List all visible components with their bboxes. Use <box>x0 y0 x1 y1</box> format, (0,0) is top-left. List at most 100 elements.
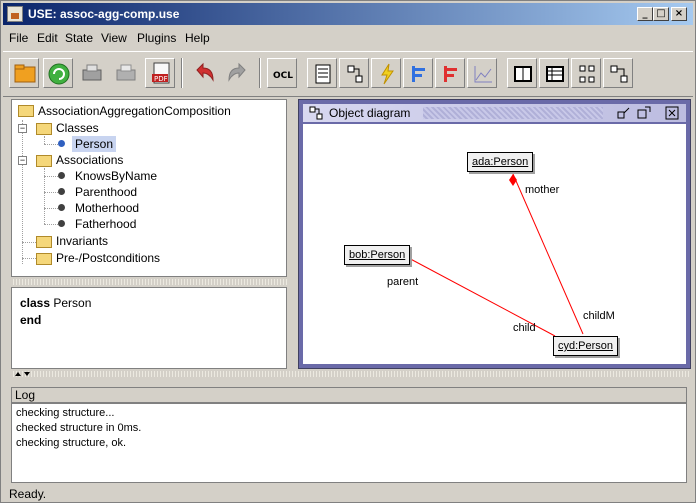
model-tree[interactable]: AssociationAggregationComposition − Clas… <box>11 99 287 277</box>
print-button[interactable] <box>77 58 107 88</box>
folder-closed-icon <box>36 253 52 265</box>
class-extent-icon <box>514 66 532 82</box>
line-chart-button[interactable] <box>467 58 497 88</box>
role-parent: parent <box>387 276 419 288</box>
class-diagram-button[interactable] <box>603 58 633 88</box>
open-button[interactable] <box>9 58 39 88</box>
object-ada[interactable]: ada:Person <box>467 152 534 172</box>
tree-class-person[interactable]: Person <box>72 136 117 152</box>
tree-guide-line <box>44 208 58 209</box>
left-splitter[interactable] <box>11 279 287 285</box>
object-diagram-icon <box>347 65 363 83</box>
class-invariant-view-button[interactable] <box>307 58 337 88</box>
undo-button[interactable] <box>189 58 219 88</box>
print-view-button[interactable] <box>111 58 141 88</box>
folder-open-icon <box>36 123 52 135</box>
tree-classes[interactable]: Classes <box>56 120 99 136</box>
association-node-icon <box>58 172 65 179</box>
object-bob[interactable]: bob:Person <box>344 245 411 265</box>
sequence-diagram-button[interactable] <box>403 58 433 88</box>
object-diagram-titlebar[interactable]: Object diagram <box>303 104 686 122</box>
ocl-text: OCL <box>273 71 293 81</box>
maximize-button[interactable]: □ <box>653 7 669 21</box>
collapse-associations-toggle[interactable]: − <box>18 156 27 165</box>
tree-guide-line <box>22 258 36 259</box>
ocl-evaluator-icon: OCL <box>273 71 293 81</box>
menu-help[interactable]: Help <box>185 31 210 45</box>
tree-assoc-fatherhood[interactable]: Fatherhood <box>75 216 136 232</box>
object-diagram-canvas[interactable]: ada:Person bob:Person cyd:Person mother … <box>303 124 686 364</box>
tree-guide-line <box>44 176 58 177</box>
log-text[interactable]: checking structure... checked structure … <box>11 403 687 483</box>
status-bar: Ready. <box>9 487 47 501</box>
folder-open-icon <box>36 155 52 167</box>
tree-assoc-motherhood[interactable]: Motherhood <box>75 200 139 216</box>
class-icon <box>58 140 65 147</box>
minimize-internal-icon[interactable] <box>617 106 631 120</box>
keyword-end: end <box>20 313 42 327</box>
object-diagram-button[interactable] <box>339 58 369 88</box>
window-title: USE: assoc-agg-comp.use <box>28 7 180 21</box>
tree-assoc-knowsbyname[interactable]: KnowsByName <box>75 168 157 184</box>
sequence-diagram-icon <box>412 66 425 82</box>
redo-icon <box>228 62 246 82</box>
export-pdf-icon: PDF <box>152 62 170 84</box>
log-line: checking structure, ok. <box>16 437 127 449</box>
export-pdf-button[interactable]: PDF <box>145 58 175 88</box>
association-node-icon <box>58 188 65 195</box>
role-childm: childM <box>583 310 615 322</box>
class-invariant-view-icon <box>315 64 331 84</box>
title-bar[interactable]: USE: assoc-agg-comp.use _ □ × <box>3 3 693 25</box>
menu-edit[interactable]: Edit <box>37 31 58 45</box>
object-diagram-title: Object diagram <box>329 106 411 120</box>
motherhood-link[interactable] <box>512 173 584 335</box>
reload-icon <box>48 63 70 85</box>
maximize-internal-icon[interactable] <box>637 106 651 120</box>
association-button[interactable] <box>571 58 601 88</box>
toolbar-separator <box>181 58 183 88</box>
log-panel: Log checking structure... checked struct… <box>11 387 687 483</box>
tree-prepost[interactable]: Pre-/Postconditions <box>56 250 160 266</box>
role-mother: mother <box>525 184 560 196</box>
communication-diagram-button[interactable] <box>435 58 465 88</box>
menu-state[interactable]: State <box>65 31 93 45</box>
tree-guide-line <box>44 136 45 144</box>
toolbar-separator <box>259 58 261 88</box>
svg-text:PDF: PDF <box>154 75 168 83</box>
redo-button[interactable] <box>223 58 253 88</box>
ocl-evaluator-button[interactable]: OCL <box>267 58 297 88</box>
folder-open-icon <box>18 105 34 117</box>
close-button[interactable]: × <box>671 7 687 21</box>
menu-bar: File Edit State View Plugins Help <box>3 28 693 48</box>
state-evolution-button[interactable] <box>371 58 401 88</box>
close-internal-icon[interactable] <box>665 106 679 120</box>
bottom-splitter[interactable] <box>11 371 691 377</box>
object-cyd[interactable]: cyd:Person <box>553 336 619 356</box>
menu-plugins[interactable]: Plugins <box>137 31 176 45</box>
tree-associations[interactable]: Associations <box>56 152 123 168</box>
toolbar: PDF OCL <box>3 51 693 97</box>
title-pattern <box>423 107 603 119</box>
menu-file[interactable]: File <box>9 31 28 45</box>
tree-assoc-parenthood[interactable]: Parenthood <box>75 184 137 200</box>
menu-view[interactable]: View <box>101 31 127 45</box>
open-folder-icon <box>14 64 36 83</box>
detail-class-name: Person <box>53 296 92 310</box>
tree-root[interactable]: AssociationAggregationComposition <box>38 103 231 119</box>
tree-invariants[interactable]: Invariants <box>56 233 108 249</box>
object-diagram-window: Object diagram ada:Person bob:Person cyd… <box>298 99 691 369</box>
class-extent-button[interactable] <box>507 58 537 88</box>
association-node-icon <box>58 204 65 211</box>
association-icon <box>579 65 595 83</box>
log-line: checked structure in 0ms. <box>16 422 142 434</box>
object-diagram-icon <box>309 106 323 120</box>
main-window: USE: assoc-agg-comp.use _ □ × File Edit … <box>0 0 696 503</box>
tree-guide-line <box>44 192 58 193</box>
minimize-button[interactable]: _ <box>637 7 653 21</box>
log-title: Log <box>11 387 687 403</box>
collapse-classes-toggle[interactable]: − <box>18 124 27 133</box>
object-properties-button[interactable] <box>539 58 569 88</box>
details-panel: class Person end <box>11 287 287 369</box>
collapse-arrows-icon[interactable] <box>13 371 33 377</box>
reload-button[interactable] <box>43 58 73 88</box>
